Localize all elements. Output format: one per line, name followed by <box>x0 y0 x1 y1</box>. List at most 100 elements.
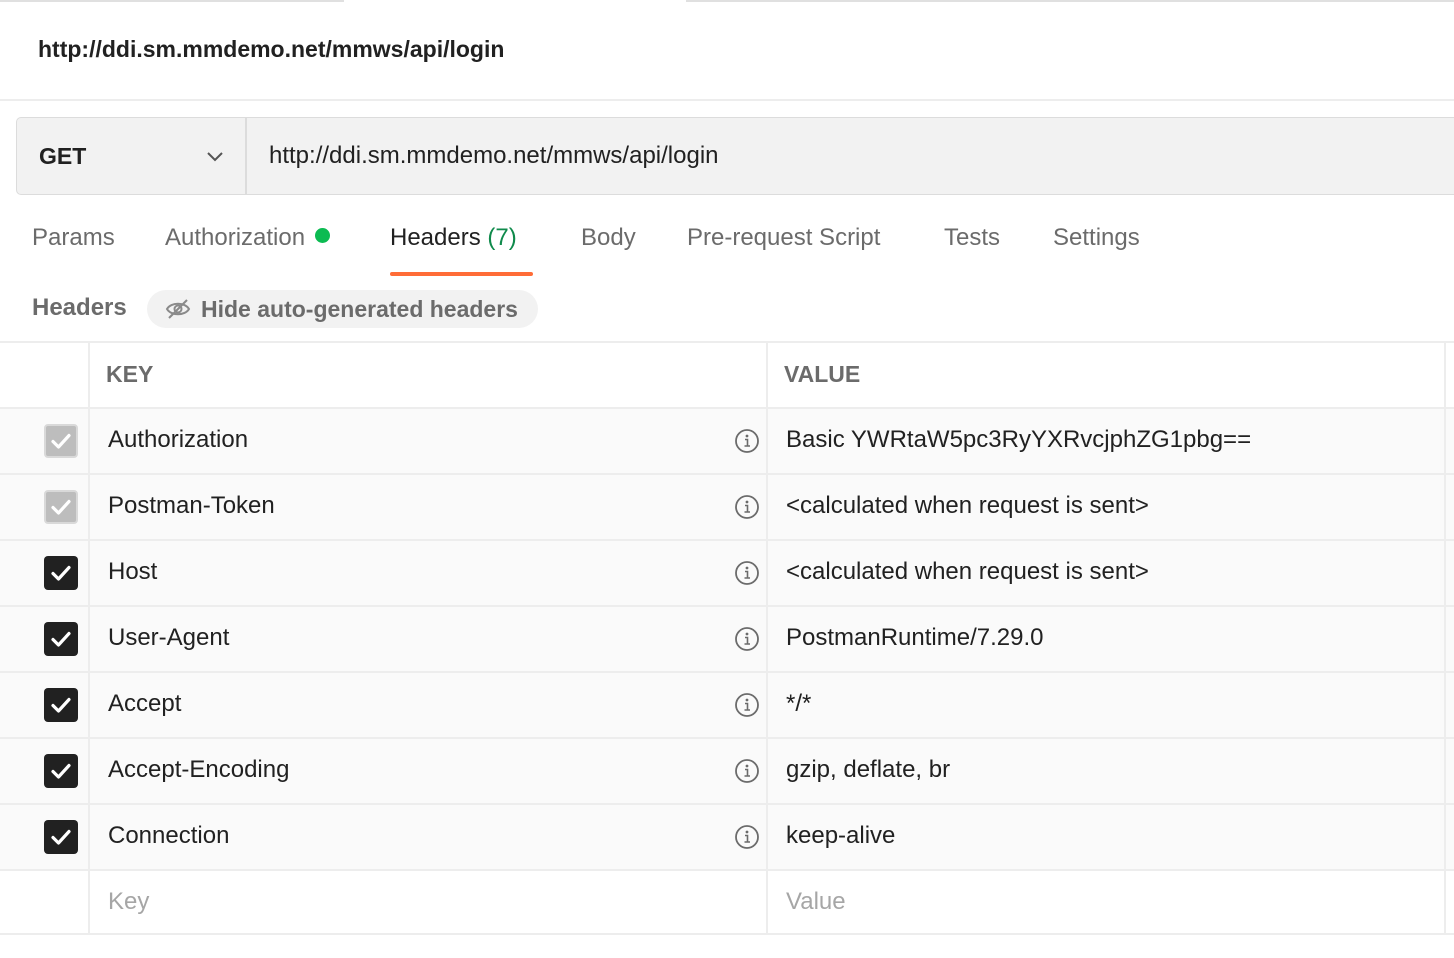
table-row: Accept */* <box>0 671 1454 737</box>
checkmark-icon <box>51 697 71 713</box>
url-input[interactable] <box>247 118 1454 194</box>
method-dropdown[interactable]: GET <box>17 118 247 194</box>
value-cell[interactable]: gzip, deflate, br <box>768 739 1446 803</box>
value-cell[interactable]: <calculated when request is sent> <box>768 475 1446 539</box>
check-cell <box>0 409 90 473</box>
tab-body[interactable]: Body <box>581 224 636 276</box>
status-dot <box>315 228 331 243</box>
header-key: Connection <box>108 822 230 849</box>
row-checkbox[interactable] <box>44 556 78 590</box>
tab-params[interactable]: Params <box>32 224 115 276</box>
checkmark-icon <box>51 631 71 647</box>
header-value: <calculated when request is sent> <box>786 558 1149 585</box>
tab-body-label: Body <box>581 224 636 251</box>
header-value: gzip, deflate, br <box>786 756 951 783</box>
key-cell[interactable]: User-Agent <box>90 607 768 671</box>
request-editor: http://ddi.sm.mmdemo.net/mmws/api/login … <box>0 0 1454 958</box>
header-key: Authorization <box>108 426 249 453</box>
value-cell[interactable]: PostmanRuntime/7.29.0 <box>768 607 1446 671</box>
tab-prerequest-script[interactable]: Pre-request Script <box>687 224 880 276</box>
checkmark-icon <box>51 499 71 515</box>
table-row: Postman-Token <calculated when request is… <box>0 473 1454 539</box>
method-label: GET <box>39 142 87 169</box>
check-cell <box>0 673 90 737</box>
key-cell[interactable]: Postman-Token <box>90 475 768 539</box>
hide-auto-headers-label: Hide auto-generated headers <box>201 295 518 322</box>
tab-settings-label: Settings <box>1053 224 1140 251</box>
tab-params-label: Params <box>32 224 115 251</box>
table-row: Accept-Encoding gzip, deflate, br <box>0 737 1454 803</box>
key-cell[interactable]: Accept-Encoding <box>90 739 768 803</box>
tab-tests-label: Tests <box>944 224 1001 251</box>
row-checkbox[interactable] <box>44 622 78 656</box>
tab-authorization-label: Authorization <box>165 224 306 251</box>
info-icon[interactable] <box>734 494 760 520</box>
key-cell[interactable]: Host <box>90 541 768 605</box>
tab-tests[interactable]: Tests <box>944 224 1000 276</box>
tab-authorization[interactable]: Authorization <box>165 224 331 276</box>
chevron-down-icon <box>205 146 225 166</box>
header-value: Basic YWRtaW5pc3RyYXRvcjphZG1pbg== <box>786 426 1252 453</box>
info-icon[interactable] <box>734 560 760 586</box>
checkmark-icon <box>51 565 71 581</box>
request-tabs: Params Authorization Headers (7) Body Pr… <box>0 224 1454 280</box>
new-header-row: Key Value <box>0 869 1454 935</box>
header-key: Accept-Encoding <box>108 756 290 783</box>
header-value: */* <box>786 690 812 717</box>
row-checkbox[interactable] <box>44 688 78 722</box>
new-key-placeholder: Key <box>108 888 150 915</box>
checkmark-icon <box>51 763 71 779</box>
check-cell <box>0 541 90 605</box>
header-value: PostmanRuntime/7.29.0 <box>786 624 1044 651</box>
value-cell[interactable]: <calculated when request is sent> <box>768 541 1446 605</box>
row-checkbox <box>44 490 78 524</box>
value-cell[interactable]: keep-alive <box>768 805 1446 869</box>
info-icon[interactable] <box>734 626 760 652</box>
value-cell[interactable]: Basic YWRtaW5pc3RyYXRvcjphZG1pbg== <box>768 409 1446 473</box>
tab-headers-label: Headers <box>390 224 481 251</box>
tab-prerequest-label: Pre-request Script <box>687 224 881 251</box>
active-tab-indicator <box>390 272 533 276</box>
key-cell[interactable]: Connection <box>90 805 768 869</box>
row-checkbox[interactable] <box>44 820 78 854</box>
eye-off-icon <box>165 296 191 322</box>
check-cell <box>0 805 90 869</box>
tab-edge <box>686 0 1454 2</box>
table-row: Host <calculated when request is sent> <box>0 539 1454 605</box>
value-cell[interactable]: */* <box>768 673 1446 737</box>
header-key: User-Agent <box>108 624 230 651</box>
new-value-cell[interactable]: Value <box>768 871 1446 933</box>
checkmark-icon <box>51 829 71 845</box>
tab-headers[interactable]: Headers (7) <box>390 224 517 276</box>
table-header-row: KEY VALUE <box>0 341 1454 407</box>
info-icon[interactable] <box>734 758 760 784</box>
headers-section-label: Headers <box>32 294 127 321</box>
tab-headers-count: (7) <box>487 224 517 251</box>
info-icon[interactable] <box>734 428 760 454</box>
hide-auto-headers-button[interactable]: Hide auto-generated headers <box>147 290 538 328</box>
info-icon[interactable] <box>734 824 760 850</box>
divider <box>0 99 1454 101</box>
tab-settings[interactable]: Settings <box>1053 224 1140 276</box>
table-row: Connection keep-alive <box>0 803 1454 869</box>
new-value-placeholder: Value <box>786 888 846 915</box>
table-row: User-Agent PostmanRuntime/7.29.0 <box>0 605 1454 671</box>
header-value: keep-alive <box>786 822 896 849</box>
check-cell <box>0 475 90 539</box>
value-column-header: VALUE <box>768 343 1446 407</box>
key-header: KEY <box>106 361 154 387</box>
header-key: Accept <box>108 690 182 717</box>
header-key: Host <box>108 558 158 585</box>
tab-edge <box>0 0 344 2</box>
value-header: VALUE <box>784 361 861 387</box>
key-cell[interactable]: Authorization <box>90 409 768 473</box>
info-icon[interactable] <box>734 692 760 718</box>
new-row-check-cell <box>0 871 90 933</box>
check-cell <box>0 739 90 803</box>
checkmark-icon <box>51 433 71 449</box>
headers-table: KEY VALUE Authorization Basic YWRtaW5pc3R… <box>0 341 1454 935</box>
new-key-cell[interactable]: Key <box>90 871 768 933</box>
row-checkbox[interactable] <box>44 754 78 788</box>
key-cell[interactable]: Accept <box>90 673 768 737</box>
request-title[interactable]: http://ddi.sm.mmdemo.net/mmws/api/login <box>38 36 504 63</box>
